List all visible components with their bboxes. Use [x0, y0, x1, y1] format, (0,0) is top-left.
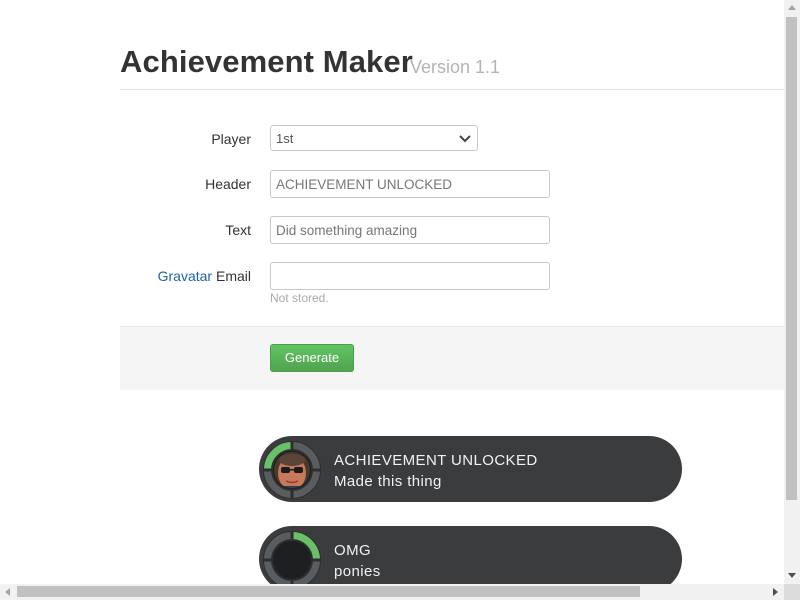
text-label: Text [225, 222, 251, 238]
chevron-down-icon [459, 135, 471, 143]
progress-ring-icon [263, 441, 321, 499]
text-row: Text [120, 216, 784, 246]
player-row: Player 1st [120, 125, 784, 155]
scroll-down-arrow-icon[interactable] [788, 573, 796, 578]
page-header: Achievement Maker Version 1.1 [120, 44, 784, 90]
achievement-badge: OMG ponies [259, 526, 682, 584]
horizontal-scroll-thumb[interactable] [17, 586, 640, 597]
achievement-text: ponies [334, 563, 381, 580]
horizontal-scrollbar[interactable] [0, 584, 784, 600]
achievement-badge: ACHIEVEMENT UNLOCKED Made this thing [259, 436, 682, 502]
version-label: Version 1.1 [410, 57, 501, 77]
vertical-scrollbar[interactable] [784, 0, 800, 584]
generate-button[interactable]: Generate [270, 344, 354, 372]
form-actions: Generate [120, 326, 784, 390]
email-label: Gravatar Email [158, 262, 251, 290]
player-label: Player [211, 131, 251, 147]
scroll-up-arrow-icon[interactable] [788, 5, 796, 10]
header-row: Header [120, 170, 784, 200]
achievement-title: OMG [334, 542, 372, 559]
scroll-left-arrow-icon[interactable] [5, 588, 10, 596]
player-select[interactable]: 1st [270, 125, 478, 151]
achievement-title: ACHIEVEMENT UNLOCKED [334, 452, 538, 469]
email-input[interactable] [270, 262, 550, 290]
achievement-text: Made this thing [334, 473, 442, 490]
page-title: Achievement Maker [120, 44, 413, 79]
vertical-scroll-thumb[interactable] [786, 17, 797, 500]
header-input[interactable] [270, 170, 550, 198]
email-row: Gravatar Email Not stored. [120, 262, 784, 305]
progress-ring-icon [263, 531, 321, 584]
scrollbar-corner [784, 584, 800, 600]
text-input[interactable] [270, 216, 550, 244]
header-label: Header [205, 176, 251, 192]
email-label-text: Email [212, 268, 251, 284]
scroll-right-arrow-icon[interactable] [773, 588, 778, 596]
email-help-text: Not stored. [270, 291, 329, 305]
page: Achievement Maker Version 1.1 Player 1st… [0, 0, 784, 584]
player-selected-value: 1st [276, 131, 294, 146]
gravatar-link[interactable]: Gravatar [158, 268, 212, 284]
